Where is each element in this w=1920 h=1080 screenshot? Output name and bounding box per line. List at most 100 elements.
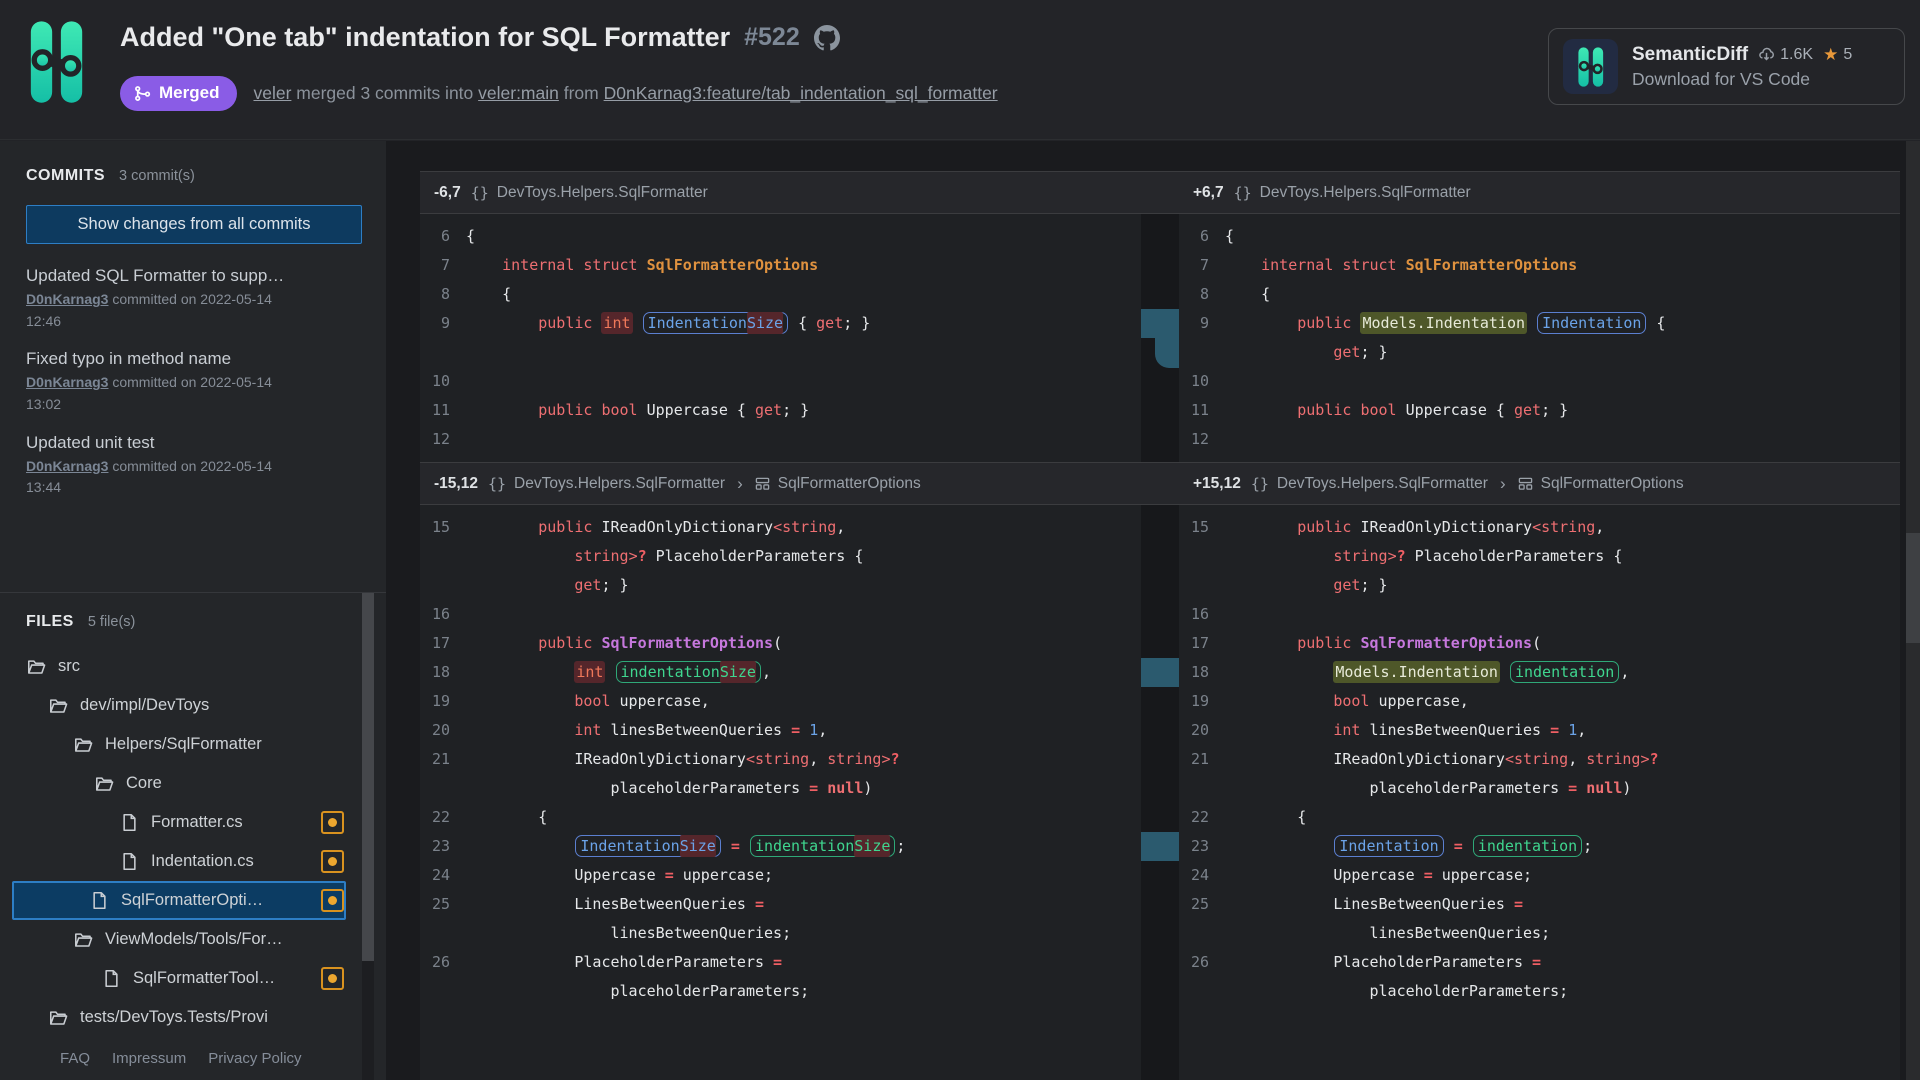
footer-link-privacy-policy[interactable]: Privacy Policy — [208, 1050, 301, 1067]
line-number: 23 — [1190, 837, 1209, 855]
code-line: 17 public SqlFormatterOptions( — [420, 629, 1141, 658]
code-line: 21 IReadOnlyDictionary<string, string>? — [1179, 745, 1900, 774]
hunk-range: +6,7 — [1193, 183, 1224, 201]
code-line: 16 — [1179, 600, 1900, 629]
tree-label: Core — [126, 774, 162, 792]
line-number: 20 — [431, 721, 450, 739]
git-merge-icon — [135, 85, 151, 101]
code-line: placeholderParameters = null) — [420, 774, 1141, 803]
tree-label: Formatter.cs — [151, 813, 243, 831]
line-number: 16 — [1190, 605, 1209, 623]
code-line: get; } — [1179, 338, 1900, 367]
folder-icon — [50, 1011, 68, 1025]
footer-link-faq[interactable]: FAQ — [60, 1050, 90, 1067]
commit-meta: D0nKarnag3 committed on 2022-05-14 13:02 — [26, 374, 272, 413]
code-line: 9 public int IndentationSize { get; } — [420, 309, 1141, 338]
line-number: 17 — [431, 634, 450, 652]
hunk-breadcrumb: {} DevToys.Helpers.SqlFormatter — [1250, 474, 1488, 493]
code-line: 10 — [1179, 367, 1900, 396]
commit-title: Fixed typo in method name — [26, 349, 232, 369]
tree-folder-tests-devtoys-tests-provi[interactable]: tests/DevToys.Tests/Provi — [0, 998, 346, 1037]
line-number: 24 — [431, 866, 450, 884]
commit-author-link[interactable]: D0nKarnag3 — [26, 374, 108, 390]
line-number — [420, 338, 466, 367]
line-number: 15 — [1190, 518, 1209, 536]
main-scrollbar-thumb[interactable] — [1906, 533, 1920, 643]
code-line: get; } — [420, 571, 1141, 600]
change-connector — [1141, 658, 1179, 687]
files-count: 5 file(s) — [87, 614, 136, 630]
tree-label: SqlFormatterTool… — [133, 969, 276, 987]
line-number: 10 — [431, 372, 450, 390]
tree-folder-helpers-sqlformatter[interactable]: Helpers/SqlFormatter — [0, 725, 346, 764]
hunk-code: 15 public IReadOnlyDictionary<string, st… — [420, 505, 1141, 1014]
modified-badge — [321, 889, 344, 912]
line-number — [1179, 774, 1225, 803]
commit-item[interactable]: Fixed typo in method name D0nKarnag3 comm… — [26, 349, 360, 415]
sidebar-scrollbar-thumb[interactable] — [362, 593, 374, 961]
hunk-breadcrumb: {} DevToys.Helpers.SqlFormatter — [1233, 183, 1471, 202]
line-number: 21 — [1190, 750, 1209, 768]
line-number — [1179, 338, 1225, 367]
line-number — [420, 919, 466, 948]
tree-folder-src[interactable]: src — [0, 647, 346, 686]
line-number: 7 — [1199, 256, 1209, 274]
tree-label: Indentation.cs — [151, 852, 254, 870]
vscode-extension-card[interactable]: SemanticDiff 1.6K ★ 5 Download for VS Co… — [1548, 28, 1905, 105]
star-icon: ★ — [1823, 44, 1839, 64]
tree-file-formatter-cs[interactable]: Formatter.cs — [0, 803, 346, 842]
footer-links: FAQ Impressum Privacy Policy — [60, 1050, 302, 1067]
base-branch-link[interactable]: veler:main — [478, 83, 559, 103]
commit-title: Updated unit test — [26, 432, 155, 452]
tree-label: ViewModels/Tools/For… — [105, 930, 283, 948]
namespace-icon: {} — [1233, 183, 1252, 202]
tree-folder-dev-impl-devtoys[interactable]: dev/impl/DevToys — [0, 686, 346, 725]
main-scrollbar[interactable] — [1906, 141, 1920, 1080]
code-line: 25 LinesBetweenQueries = — [1179, 890, 1900, 919]
code-line: 12 — [420, 425, 1141, 454]
hunk-breadcrumb: {} DevToys.Helpers.SqlFormatter — [487, 474, 726, 493]
sidebar-scrollbar[interactable] — [362, 593, 374, 1080]
tree-file-indentation-cs[interactable]: Indentation.cs — [0, 842, 346, 881]
code-line: linesBetweenQueries; — [1179, 919, 1900, 948]
author-link[interactable]: veler — [253, 83, 291, 103]
code-line: 7 internal struct SqlFormatterOptions — [1179, 251, 1900, 280]
show-all-commits-button[interactable]: Show changes from all commits — [26, 205, 362, 244]
code-line: 11 public bool Uppercase { get; } — [420, 396, 1141, 425]
code-line: 18 int indentationSize, — [420, 658, 1141, 687]
struct-icon — [755, 477, 769, 490]
github-icon[interactable] — [813, 24, 840, 51]
change-connector — [1141, 309, 1179, 338]
renamed-identifier-box: indentationSize — [615, 661, 761, 683]
hunk-code: 6{7 internal struct SqlFormatterOptions 8… — [420, 214, 1141, 462]
download-cloud-icon — [1759, 47, 1775, 61]
head-branch-link[interactable]: D0nKarnag3:feature/tab_indentation_sql_f… — [604, 83, 998, 103]
code-line: 15 public IReadOnlyDictionary<string, — [1179, 513, 1900, 542]
tree-file-sqlformattertool-[interactable]: SqlFormatterTool… — [0, 959, 346, 998]
commit-author-link[interactable]: D0nKarnag3 — [26, 458, 108, 474]
code-line: 6{ — [420, 222, 1141, 251]
footer-link-impressum[interactable]: Impressum — [112, 1050, 186, 1067]
hunk-range: -6,7 — [434, 183, 461, 201]
extension-name: SemanticDiff — [1632, 43, 1749, 65]
commit-title: Updated SQL Formatter to supp… — [26, 266, 285, 285]
commits-section-title: COMMITS — [26, 167, 106, 184]
tree-label: tests/DevToys.Tests/Provi — [80, 1008, 268, 1026]
commit-item[interactable]: Updated SQL Formatter to supp… D0nKarnag3… — [26, 266, 360, 332]
tree-folder-core[interactable]: Core — [0, 764, 346, 803]
tree-folder-viewmodels-tools-for-[interactable]: ViewModels/Tools/For… — [0, 920, 346, 959]
tree-label: dev/impl/DevToys — [80, 696, 210, 714]
tree-file-sqlformatteropti-[interactable]: SqlFormatterOpti… — [12, 881, 346, 920]
commits-count: 3 commit(s) — [119, 168, 195, 184]
commit-item[interactable]: Updated unit test D0nKarnag3 committed on… — [26, 433, 360, 499]
line-number — [1179, 571, 1225, 600]
line-number: 26 — [1190, 953, 1209, 971]
folder-icon — [28, 660, 46, 674]
line-number: 11 — [431, 401, 450, 419]
merge-summary: veler merged 3 commits into veler:main f… — [253, 83, 998, 103]
folder-icon — [75, 738, 93, 752]
code-line: get; } — [1179, 571, 1900, 600]
code-line: linesBetweenQueries; — [420, 919, 1141, 948]
commit-author-link[interactable]: D0nKarnag3 — [26, 291, 108, 307]
renamed-identifier-box: IndentationSize — [642, 312, 789, 334]
